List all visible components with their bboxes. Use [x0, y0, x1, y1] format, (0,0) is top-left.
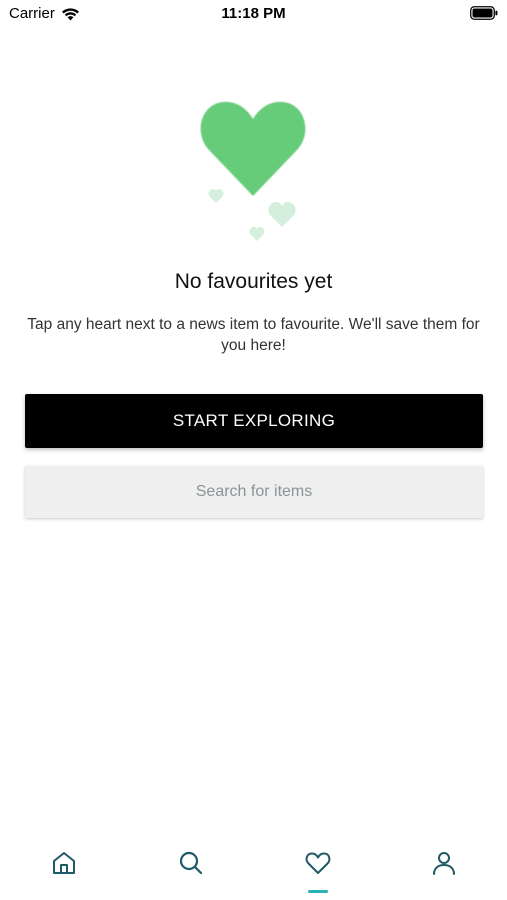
status-bar: Carrier 11:18 PM [0, 0, 507, 28]
small-heart-icon [208, 189, 224, 203]
tab-search[interactable] [171, 849, 211, 889]
search-icon [179, 851, 203, 875]
small-heart-icon [268, 202, 296, 227]
search-items-button[interactable]: Search for items [25, 466, 483, 518]
empty-state-message: Tap any heart next to a news item to fav… [27, 316, 480, 354]
tab-profile[interactable] [424, 849, 464, 889]
large-heart-icon [200, 101, 306, 196]
battery-icon [470, 6, 498, 20]
heart-icon [305, 852, 331, 874]
small-heart-icon [249, 227, 265, 241]
home-icon [53, 852, 75, 874]
empty-state-title: No favourites yet [174, 270, 333, 293]
tab-bar [0, 835, 507, 900]
user-icon [433, 852, 455, 875]
start-exploring-button[interactable]: START EXPLORING [25, 394, 483, 448]
tab-home[interactable] [44, 849, 84, 889]
hearts-illustration [200, 101, 306, 241]
active-tab-indicator [308, 890, 328, 893]
favourites-screen: Carrier 11:18 PM No favourites yet Tap a… [0, 0, 507, 900]
status-time: 11:18 PM [221, 5, 286, 22]
tab-favourites[interactable] [298, 849, 338, 889]
